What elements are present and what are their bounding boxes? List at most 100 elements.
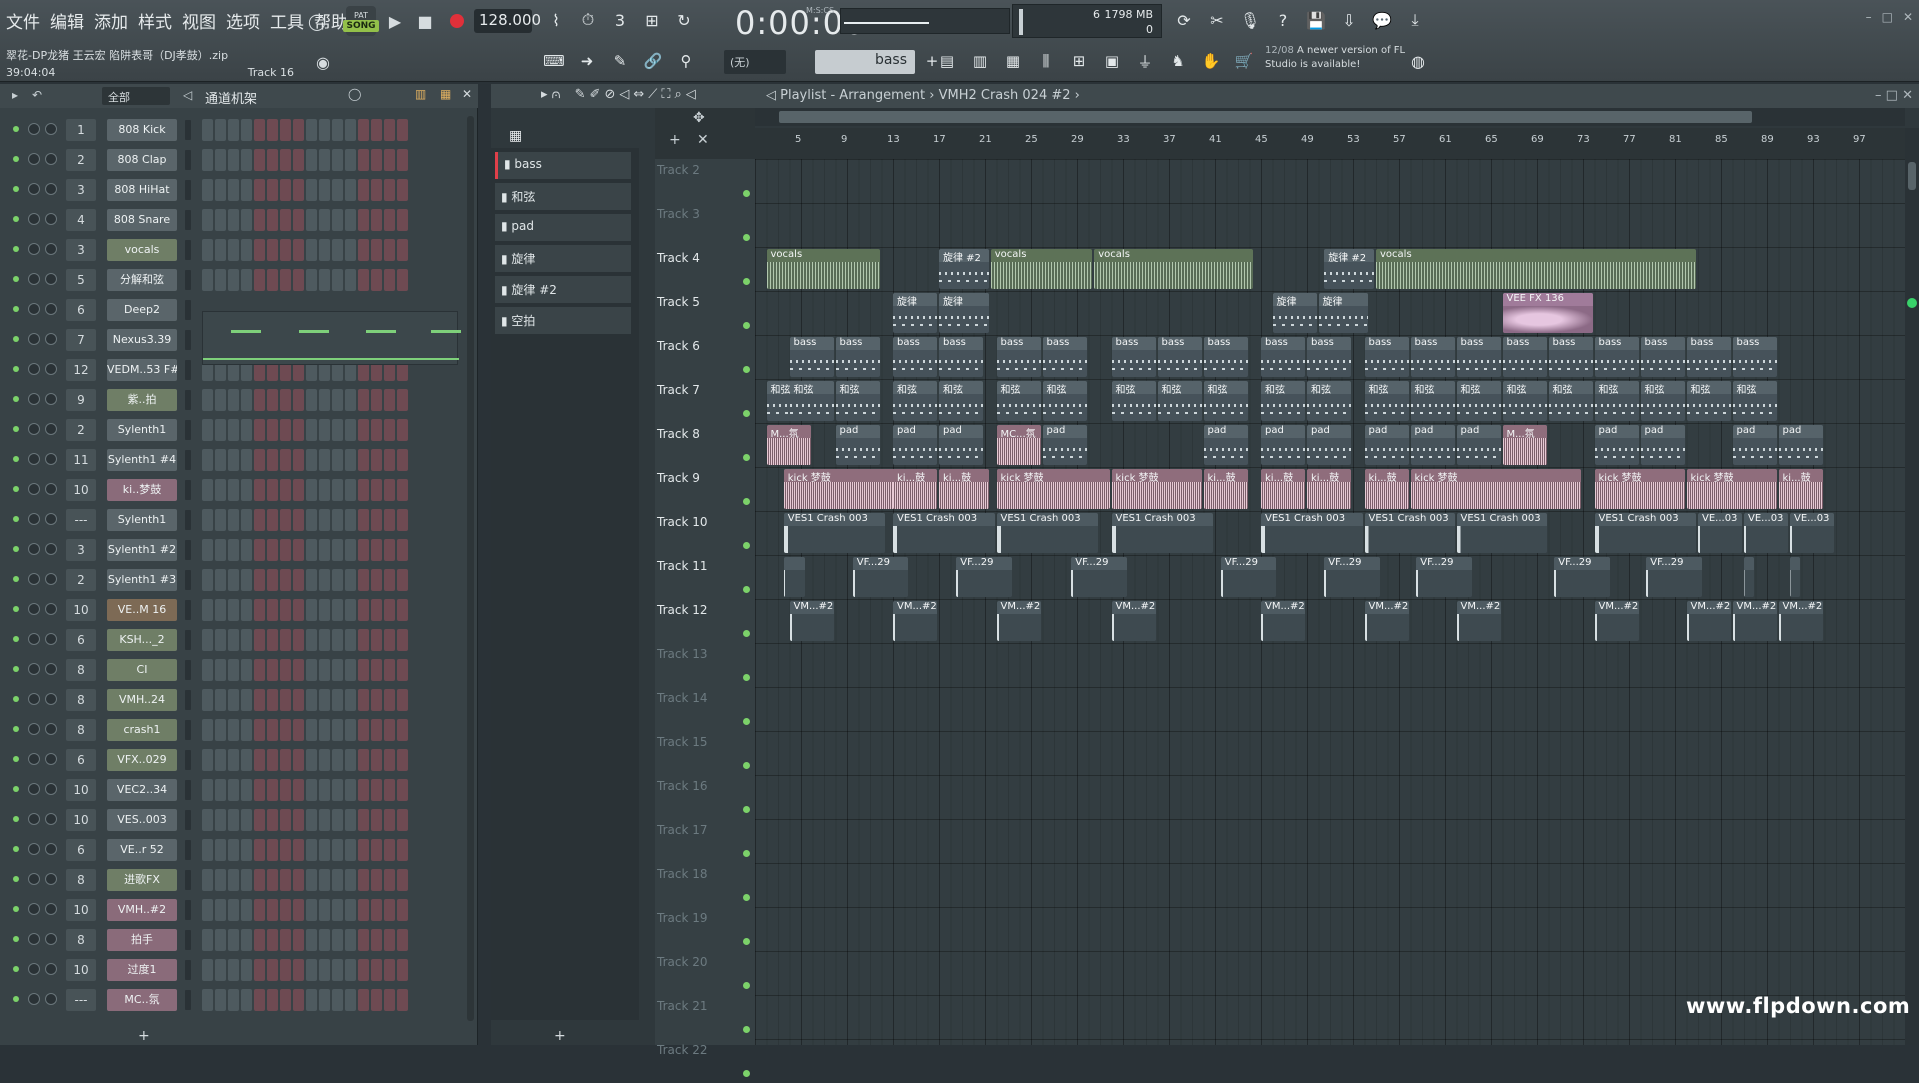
channel-row[interactable]: 3 vocals bbox=[0, 236, 468, 264]
channel-row[interactable]: 10 VE..M 16 bbox=[0, 596, 468, 624]
step-button[interactable] bbox=[306, 719, 317, 741]
channel-group-select[interactable]: 全部 bbox=[102, 87, 170, 105]
slice-tool-icon[interactable]: ⟋ bbox=[648, 87, 657, 102]
step-button[interactable] bbox=[280, 989, 291, 1011]
track-header[interactable]: Track 14 bbox=[655, 687, 755, 731]
playlist-clip[interactable]: VM...#2 bbox=[996, 601, 1041, 641]
step-button[interactable] bbox=[345, 539, 356, 561]
step-button[interactable] bbox=[358, 899, 369, 921]
step-button[interactable] bbox=[306, 269, 317, 291]
step-button[interactable] bbox=[345, 569, 356, 591]
step-button[interactable] bbox=[384, 689, 395, 711]
countdown-icon[interactable]: 3 bbox=[606, 6, 634, 34]
step-button[interactable] bbox=[306, 389, 317, 411]
step-button[interactable] bbox=[228, 179, 239, 201]
step-button[interactable] bbox=[319, 749, 330, 771]
step-button[interactable] bbox=[241, 749, 252, 771]
channel-select-indicator[interactable] bbox=[185, 150, 191, 170]
channel-mute-led[interactable] bbox=[13, 216, 19, 222]
channel-row[interactable]: 3 Sylenth1 #2 bbox=[0, 536, 468, 564]
step-button[interactable] bbox=[358, 599, 369, 621]
step-button[interactable] bbox=[215, 179, 226, 201]
step-button[interactable] bbox=[228, 269, 239, 291]
channel-select-indicator[interactable] bbox=[185, 930, 191, 950]
step-button[interactable] bbox=[358, 269, 369, 291]
channel-mute-led[interactable] bbox=[13, 606, 19, 612]
channel-name-button[interactable]: VFX..029 bbox=[107, 749, 177, 771]
step-button[interactable] bbox=[384, 509, 395, 531]
pattern-item[interactable]: ▮ 和弦 bbox=[495, 183, 631, 210]
metronome-icon[interactable]: ⌇ bbox=[542, 6, 570, 34]
step-button[interactable] bbox=[371, 509, 382, 531]
update-notice[interactable]: 12/08 A newer version of FL Studio is av… bbox=[1265, 44, 1413, 72]
step-button[interactable] bbox=[241, 809, 252, 831]
channel-name-button[interactable]: 808 Kick bbox=[107, 119, 177, 141]
step-button[interactable] bbox=[345, 419, 356, 441]
step-button[interactable] bbox=[358, 179, 369, 201]
step-button[interactable] bbox=[267, 629, 278, 651]
step-button[interactable] bbox=[397, 749, 408, 771]
step-button[interactable] bbox=[280, 449, 291, 471]
channel-select-indicator[interactable] bbox=[185, 660, 191, 680]
channel-mixer-track[interactable]: --- bbox=[66, 989, 96, 1011]
touch-controller-icon[interactable]: ✋ bbox=[1197, 47, 1225, 75]
step-button[interactable] bbox=[319, 689, 330, 711]
close-channel-rack-icon[interactable]: ✕ bbox=[462, 87, 472, 101]
chat-icon[interactable]: 💬 bbox=[1368, 6, 1396, 34]
step-button[interactable] bbox=[241, 899, 252, 921]
step-button[interactable] bbox=[306, 419, 317, 441]
menu-options[interactable]: 选项 bbox=[224, 8, 262, 33]
step-button[interactable] bbox=[345, 479, 356, 501]
add-track-icon[interactable]: + bbox=[669, 132, 681, 148]
step-button[interactable] bbox=[371, 989, 382, 1011]
step-button[interactable] bbox=[371, 869, 382, 891]
playlist-clip[interactable]: VES1 Crash 003 bbox=[1261, 513, 1363, 553]
swing-knob[interactable]: ◯ bbox=[348, 87, 361, 101]
step-button[interactable] bbox=[267, 779, 278, 801]
pattern-item[interactable]: ▮ bass bbox=[495, 152, 631, 179]
channel-mute-led[interactable] bbox=[13, 876, 19, 882]
channel-mute-led[interactable] bbox=[13, 966, 19, 972]
channel-select-indicator[interactable] bbox=[185, 810, 191, 830]
step-button[interactable] bbox=[384, 209, 395, 231]
step-button[interactable] bbox=[202, 449, 213, 471]
channel-pan-knob[interactable] bbox=[28, 603, 40, 615]
playlist-window-buttons[interactable]: – □ ✕ bbox=[1875, 88, 1913, 103]
channel-row[interactable]: 10 VEC2..34 bbox=[0, 776, 468, 804]
step-button[interactable] bbox=[345, 659, 356, 681]
add-pattern-button[interactable]: + bbox=[554, 1028, 566, 1044]
step-button[interactable] bbox=[267, 929, 278, 951]
step-button[interactable] bbox=[254, 929, 265, 951]
channel-mute-led[interactable] bbox=[13, 726, 19, 732]
playlist-clip[interactable]: pad bbox=[1203, 425, 1248, 465]
channel-volume-knob[interactable] bbox=[45, 993, 57, 1005]
microphone-icon[interactable]: 🎙 bbox=[1236, 6, 1264, 34]
step-button[interactable] bbox=[202, 659, 213, 681]
step-button[interactable] bbox=[241, 269, 252, 291]
step-button[interactable] bbox=[228, 149, 239, 171]
channel-name-button[interactable]: KSH..._2 bbox=[107, 629, 177, 651]
channel-mute-led[interactable] bbox=[13, 186, 19, 192]
channel-mute-led[interactable] bbox=[13, 546, 19, 552]
step-button[interactable] bbox=[397, 689, 408, 711]
channel-row[interactable]: 8 CI bbox=[0, 656, 468, 684]
channel-volume-knob[interactable] bbox=[45, 213, 57, 225]
channel-name-button[interactable]: Sylenth1 #2 bbox=[107, 539, 177, 561]
magnet-icon[interactable]: ⩀ bbox=[552, 87, 561, 102]
step-button[interactable] bbox=[371, 569, 382, 591]
step-button[interactable] bbox=[371, 539, 382, 561]
track-header[interactable]: Track 13 bbox=[655, 643, 755, 687]
step-button[interactable] bbox=[241, 569, 252, 591]
step-button[interactable] bbox=[202, 989, 213, 1011]
step-button[interactable] bbox=[358, 569, 369, 591]
channel-name-button[interactable]: 紫..拍 bbox=[107, 389, 177, 411]
channel-mute-led[interactable] bbox=[13, 336, 19, 342]
playlist-clip[interactable]: VE...03 bbox=[1698, 513, 1742, 553]
step-button[interactable] bbox=[358, 989, 369, 1011]
undo-icon[interactable]: ↶ bbox=[32, 88, 42, 102]
channel-row[interactable]: 6 VE..r 52 bbox=[0, 836, 468, 864]
playlist-clip[interactable]: 和弦 bbox=[1203, 381, 1248, 421]
channel-row[interactable]: 2 Sylenth1 #3 bbox=[0, 566, 468, 594]
pattern-song-toggle[interactable]: PAT SONG bbox=[343, 6, 379, 36]
step-button[interactable] bbox=[384, 119, 395, 141]
